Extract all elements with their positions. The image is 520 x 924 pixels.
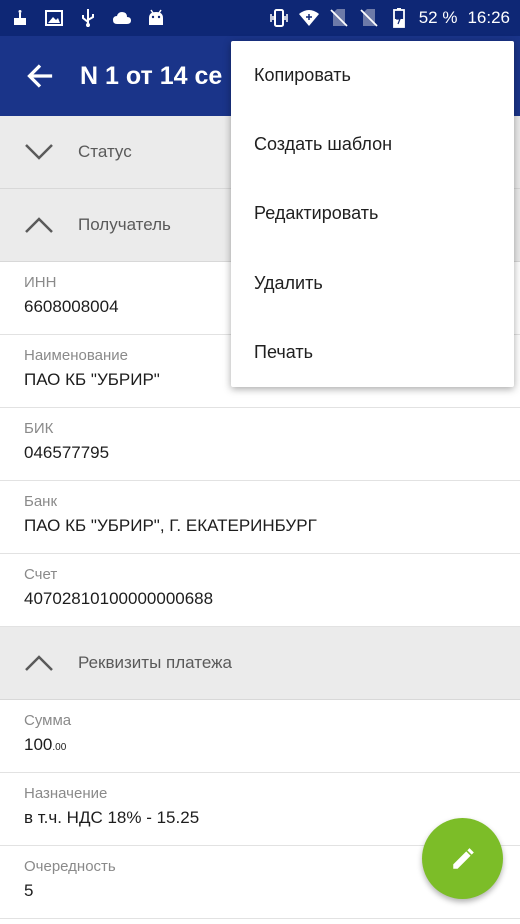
field-bank: Банк ПАО КБ "УБРИР", Г. ЕКАТЕРИНБУРГ (0, 481, 520, 554)
section-label: Получатель (78, 215, 171, 234)
field-value: 40702810100000000688 (24, 589, 214, 608)
page-title: N 1 от 14 се (80, 61, 223, 90)
pencil-icon (450, 846, 476, 872)
menu-item-create-template[interactable]: Создать шаблон (231, 110, 514, 179)
vibrate-icon (269, 8, 289, 28)
amount-cents: .00 (52, 742, 67, 753)
usb-icon (78, 8, 98, 28)
field-value: в т.ч. НДС 18% - 15.25 (24, 808, 200, 827)
cake-icon (10, 8, 30, 28)
no-sim-icon (329, 8, 349, 28)
field-label: Назначение (24, 785, 108, 802)
status-bar: 52 % 16:26 (0, 0, 520, 36)
field-label: БИК (24, 420, 54, 437)
section-label: Реквизиты платежа (78, 653, 232, 672)
menu-item-print[interactable]: Печать (231, 318, 514, 387)
field-value: 046577795 (24, 443, 110, 462)
arrow-back-icon (26, 62, 54, 90)
field-value: ПАО КБ "УБРИР", Г. ЕКАТЕРИНБУРГ (24, 516, 317, 535)
menu-item-copy[interactable]: Копировать (231, 41, 514, 110)
back-button[interactable] (0, 36, 80, 116)
overflow-menu: Копировать Создать шаблон Редактировать … (231, 41, 514, 387)
field-amount: Сумма 100.00 (0, 700, 520, 773)
no-sim-icon (359, 8, 379, 28)
image-icon (44, 8, 64, 28)
menu-item-edit[interactable]: Редактировать (231, 179, 514, 248)
field-label: Банк (24, 493, 58, 510)
battery-icon (389, 8, 409, 28)
chevron-up-icon (24, 210, 54, 240)
status-bar-system: 52 % 16:26 (269, 8, 510, 28)
clock: 16:26 (467, 8, 510, 27)
field-bik: БИК 046577795 (0, 408, 520, 481)
field-account: Счет 40702810100000000688 (0, 554, 520, 627)
android-icon (146, 8, 166, 28)
section-label: Статус (78, 142, 132, 161)
edit-fab-button[interactable] (422, 818, 503, 899)
menu-item-delete[interactable]: Удалить (231, 249, 514, 318)
cloud-icon (112, 8, 132, 28)
amount-main: 100 (24, 735, 53, 754)
battery-percent: 52 % (418, 8, 458, 27)
status-bar-notifications (10, 8, 166, 28)
chevron-up-icon (24, 648, 54, 678)
field-label: Счет (24, 566, 58, 583)
field-label: Сумма (24, 712, 72, 729)
wifi-icon (298, 8, 319, 28)
section-payment-header[interactable]: Реквизиты платежа (0, 627, 520, 700)
field-value: 100.00 (24, 735, 496, 755)
chevron-down-icon (24, 137, 54, 167)
field-value: 5 (24, 881, 34, 900)
